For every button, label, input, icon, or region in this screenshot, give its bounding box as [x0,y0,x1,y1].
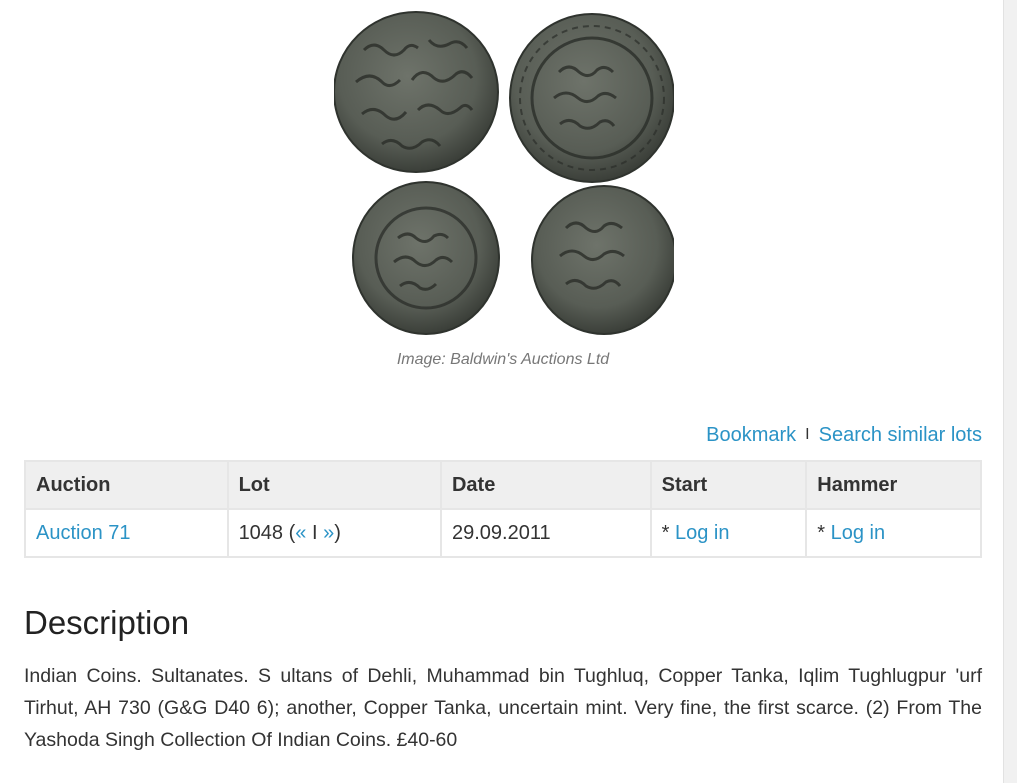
lot-close-paren: ) [334,521,341,544]
cell-hammer: * Log in [805,508,982,558]
cell-start: * Log in [649,508,808,558]
search-similar-lots-link[interactable]: Search similar lots [819,424,982,446]
previous-lot-link[interactable]: « [295,522,306,544]
image-caption: Image: Baldwin's Auctions Ltd [396,351,610,368]
table-row: Auction 71 1048 (« I ») 29.09.2011 * Log… [24,508,982,558]
auction-link[interactable]: Auction 71 [36,522,131,544]
column-header-lot: Lot [226,460,442,510]
start-login-link[interactable]: Log in [675,522,730,544]
start-prefix: * [661,521,675,544]
scrollbar-track[interactable] [1003,0,1017,783]
table-header-row: Auction Lot Date Start Hammer [24,460,982,510]
lot-nav-separator: I [306,521,324,544]
bookmark-link[interactable]: Bookmark [706,424,796,446]
coins-photo[interactable] [334,10,674,340]
cell-auction: Auction 71 [24,508,229,558]
next-lot-link[interactable]: » [323,522,334,544]
cell-lot: 1048 (« I ») [226,508,442,558]
lot-detail: Image: Baldwin's Auctions Ltd Bookmark I S… [24,0,982,751]
lot-image-block: Image: Baldwin's Auctions Ltd [24,0,982,395]
coin-reverse-1 [509,13,674,183]
description-text: Indian Coins. Sultanates. S ultans of De… [24,665,982,751]
column-header-hammer: Hammer [805,460,982,510]
cell-date: 29.09.2011 [439,508,652,558]
description-heading: Description [24,604,190,641]
column-header-auction: Auction [24,460,229,510]
hammer-login-link[interactable]: Log in [831,522,886,544]
hammer-prefix: * [817,521,831,544]
coin-obverse-1 [334,11,499,173]
actions-separator: I [805,426,810,443]
lot-info-table: Auction Lot Date Start Hammer Auction 71… [24,460,982,558]
column-header-start: Start [649,460,808,510]
lot-actions: Bookmark I Search similar lots [706,424,982,447]
coin-obverse-2 [352,181,500,335]
lot-number: 1048 ( [238,521,296,544]
column-header-date: Date [439,460,652,510]
coin-reverse-2 [531,185,674,335]
